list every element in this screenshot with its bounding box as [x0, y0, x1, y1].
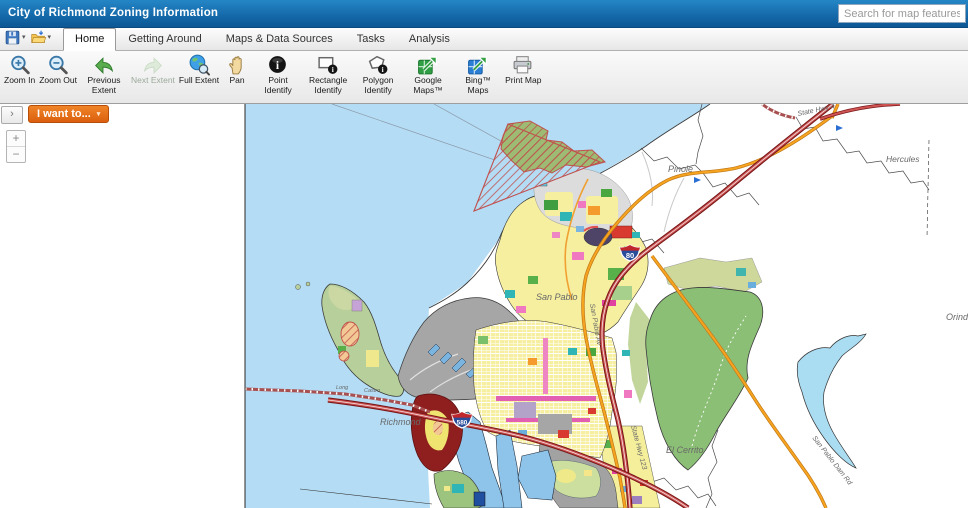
map-viewport: 80 580 San Pablo Richmond Pinole Hercule…: [0, 104, 968, 508]
application-window: City of Richmond Zoning Information ▾: [0, 0, 968, 508]
open-project-icon: [30, 30, 46, 43]
svg-text:580: 580: [457, 420, 468, 427]
zoom-in-button[interactable]: Zoom In: [2, 53, 37, 86]
google-maps-icon: [418, 56, 438, 75]
print-map-button[interactable]: Print Map: [503, 53, 543, 86]
toolbar-button-label: Point Identify: [264, 75, 292, 95]
toolbar-button-label: Polygon Identify: [362, 75, 394, 95]
tab-getting-around[interactable]: Getting Around: [116, 28, 213, 50]
toolbar-button-label: Rectangle Identify: [308, 75, 348, 95]
save-caret-icon: ▾: [22, 34, 26, 41]
print-map-icon: [513, 56, 532, 74]
toolbar-button-label: Google Maps™: [413, 75, 443, 95]
ribbon-toolbar: Zoom In Zoom Out Previous Extent Next Ex…: [0, 51, 968, 104]
zoning-map[interactable]: 80 580 San Pablo Richmond Pinole Hercule…: [0, 104, 968, 508]
map-label-san-pablo: San Pablo: [536, 292, 578, 302]
map-label-castro: Castro: [364, 388, 380, 394]
map-label-long: Long: [336, 385, 349, 391]
point-identify-button[interactable]: i Point Identify: [253, 53, 303, 96]
map-label-pinole: Pinole: [668, 164, 693, 174]
svg-text:80: 80: [626, 251, 634, 260]
map-zoom-control: + −: [6, 130, 26, 163]
toolbar-button-label: Next Extent: [130, 75, 175, 85]
open-caret-icon: ▾: [47, 34, 52, 41]
zoom-out-button[interactable]: Zoom Out: [37, 53, 79, 86]
search-input[interactable]: [838, 4, 966, 23]
point-identify-icon: i: [269, 56, 286, 73]
toolbar-button-label: Full Extent: [178, 75, 220, 85]
zoom-out-icon: [49, 55, 68, 75]
toolbar-button-label: Zoom Out: [39, 75, 77, 85]
bing-maps-icon: [468, 56, 488, 75]
i-want-to-button[interactable]: I want to... ▾: [28, 105, 110, 123]
tab-home[interactable]: Home: [63, 28, 117, 51]
google-maps-button[interactable]: Google Maps™: [403, 53, 453, 96]
map-label-hercules: Hercules: [886, 154, 920, 164]
svg-text:i: i: [332, 65, 334, 74]
pan-icon: [229, 56, 242, 75]
polygon-identify-icon: i: [368, 55, 388, 74]
tab-tasks[interactable]: Tasks: [345, 28, 397, 50]
next-extent-icon: [143, 57, 162, 74]
ribbon-tab-row: ▾ ▾ Home Getting Around Maps & Data Sour…: [0, 28, 968, 51]
map-label-orinda: Orinda: [946, 312, 968, 322]
i-want-to-label: I want to...: [37, 108, 91, 120]
open-project-button[interactable]: ▾: [29, 29, 53, 46]
map-zoom-in-button[interactable]: +: [7, 131, 25, 146]
title-bar: City of Richmond Zoning Information: [0, 0, 968, 28]
quick-access-toolbar: ▾ ▾: [0, 26, 55, 50]
next-extent-button: Next Extent: [129, 53, 177, 86]
chevron-down-icon: ▾: [96, 111, 101, 118]
map-label-el-cerrito: El Cerrito: [666, 445, 704, 455]
sidebar-expand-button[interactable]: ›: [1, 106, 23, 124]
full-extent-button[interactable]: Full Extent: [177, 53, 221, 86]
toolbar-button-label: Zoom In: [4, 75, 36, 85]
svg-text:i: i: [382, 65, 384, 74]
previous-extent-button[interactable]: Previous Extent: [79, 53, 129, 96]
bing-maps-button[interactable]: Bing™ Maps: [453, 53, 503, 96]
map-zoom-out-button[interactable]: −: [7, 146, 25, 162]
save-icon: [5, 30, 20, 44]
ribbon-tabs: Home Getting Around Maps & Data Sources …: [63, 28, 462, 51]
tab-maps-data-sources[interactable]: Maps & Data Sources: [214, 28, 345, 50]
zoom-in-icon: [10, 55, 30, 75]
toolbar-button-label: Print Map: [505, 75, 542, 85]
page-title: City of Richmond Zoning Information: [8, 7, 219, 19]
rectangle-identify-button[interactable]: i Rectangle Identify: [303, 53, 353, 96]
toolbar-button-label: Bing™ Maps: [465, 75, 491, 95]
full-extent-icon: [189, 54, 210, 76]
map-label-richmond: Richmond: [380, 417, 422, 427]
tab-analysis[interactable]: Analysis: [397, 28, 462, 50]
rectangle-identify-icon: i: [318, 56, 338, 74]
previous-extent-icon: [94, 57, 114, 74]
pan-button[interactable]: Pan: [221, 53, 253, 86]
polygon-identify-button[interactable]: i Polygon Identify: [353, 53, 403, 96]
toolbar-button-label: Previous Extent: [87, 75, 121, 95]
toolbar-button-label: Pan: [229, 75, 245, 85]
save-button[interactable]: ▾: [3, 29, 27, 46]
